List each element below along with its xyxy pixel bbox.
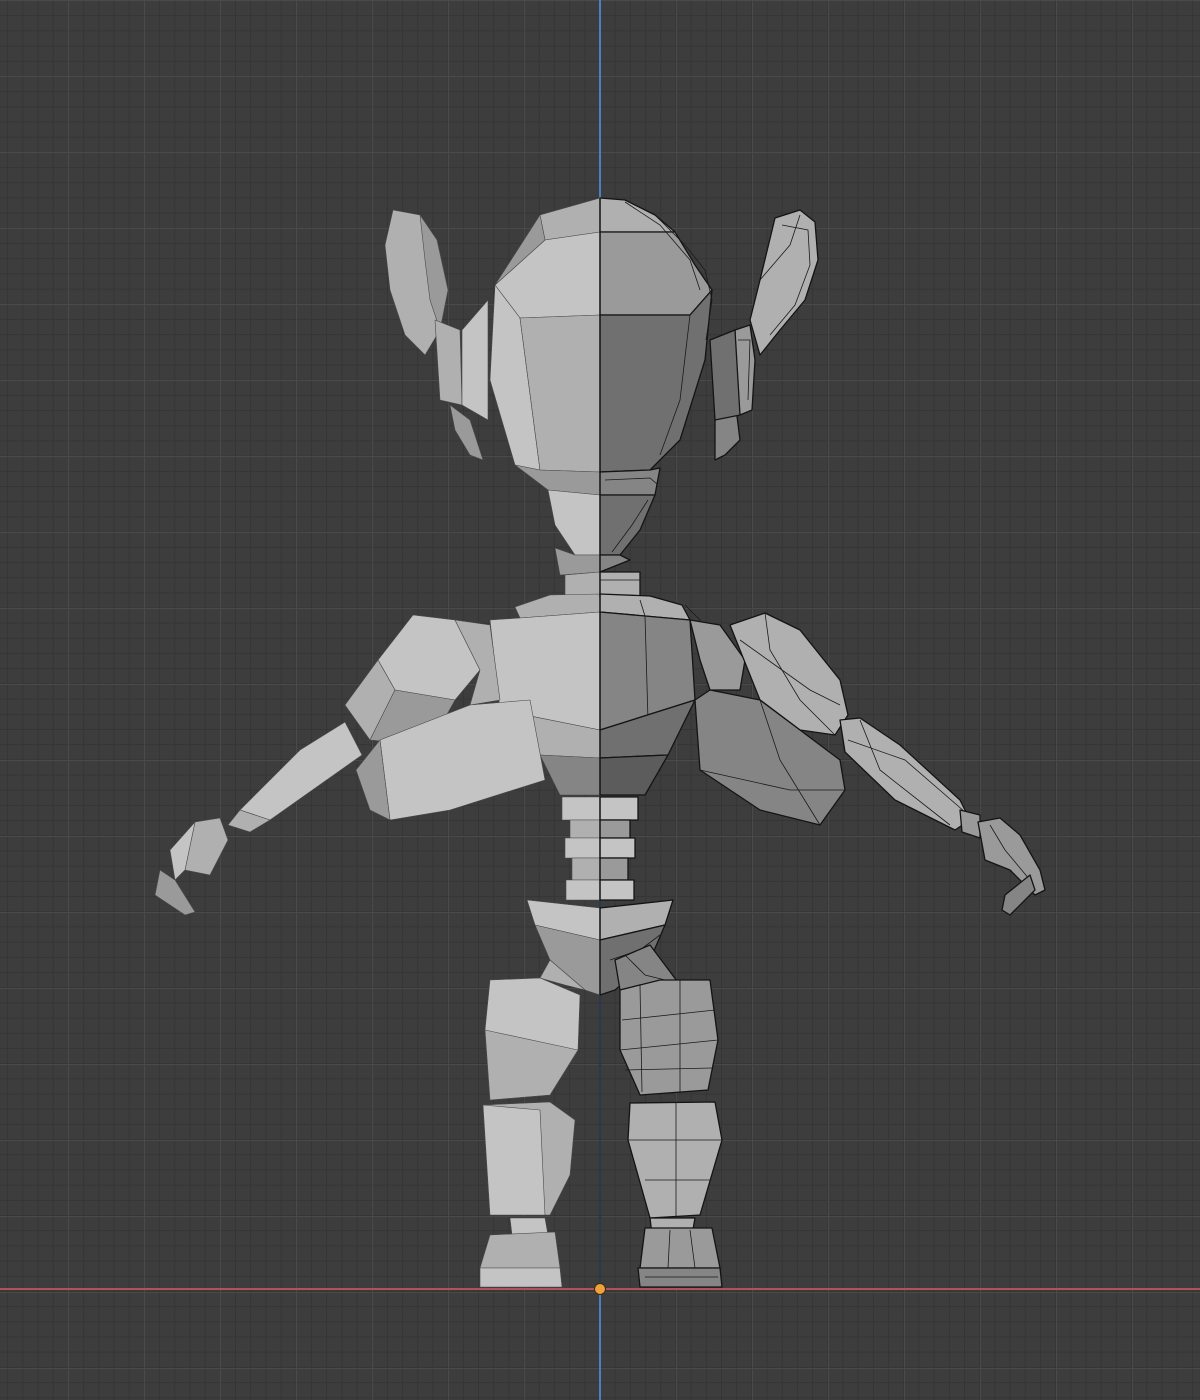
model-right-half [599, 197, 1046, 1288]
arm-left [154, 614, 546, 916]
head-right [599, 197, 713, 573]
viewport-canvas [0, 0, 1200, 1400]
ear-right [709, 209, 819, 461]
neck-right [599, 571, 641, 598]
ear-left [384, 209, 489, 461]
character-model[interactable] [154, 197, 1046, 1288]
neck-left [564, 571, 601, 598]
origin-point[interactable] [594, 1283, 606, 1295]
leg-right [619, 979, 723, 1288]
spine-left [561, 796, 601, 901]
arm-right [689, 612, 1046, 916]
head-left [489, 197, 601, 576]
leg-left [479, 977, 581, 1288]
3d-viewport[interactable] [0, 0, 1200, 1400]
model-left-half [154, 197, 601, 1288]
spine-right [599, 796, 639, 901]
